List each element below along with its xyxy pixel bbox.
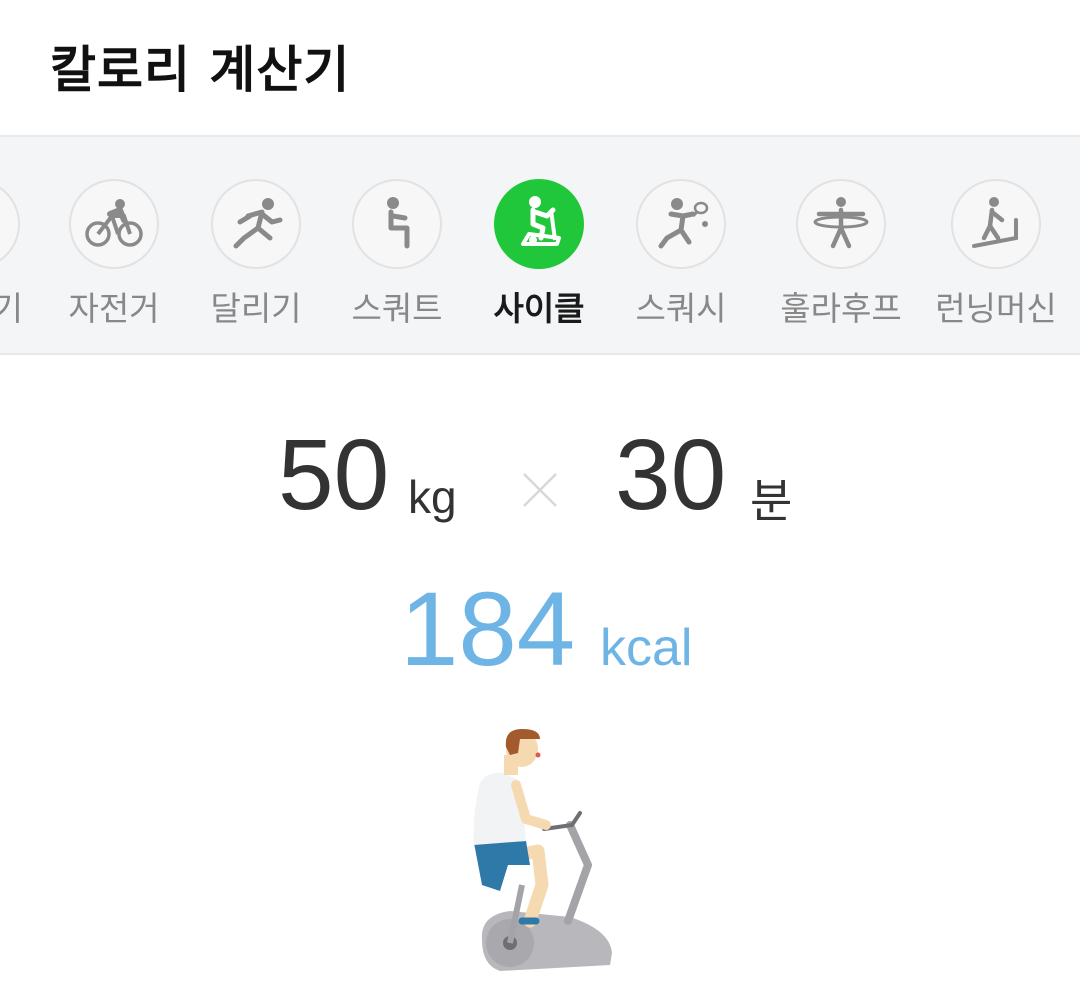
calories-value: 184: [400, 571, 576, 688]
partial-exercise-icon: [0, 179, 20, 269]
tab-partial[interactable]: 기: [0, 137, 45, 353]
duration-value[interactable]: 30: [615, 420, 726, 530]
tab-label: 사이클: [493, 289, 585, 328]
tab-treadmill[interactable]: 런닝머신: [926, 137, 1066, 353]
squash-icon: [636, 179, 726, 269]
running-icon: [211, 179, 301, 269]
tab-label: 스쿼트: [351, 289, 443, 328]
tab-label: 스쿼시: [635, 289, 727, 328]
squat-icon: [352, 179, 442, 269]
person-on-exercise-bike-illustration: [473, 729, 612, 971]
tab-cycle[interactable]: 사이클: [469, 137, 609, 353]
exercise-bike-icon: [494, 179, 584, 269]
tab-label: 런닝머신: [935, 289, 1057, 328]
page-title: 칼로리 계산기: [50, 41, 351, 99]
tab-running[interactable]: 달리기: [186, 137, 326, 353]
duration-unit: 분: [750, 475, 793, 527]
tab-label: 훌라후프: [780, 289, 902, 328]
treadmill-icon: [951, 179, 1041, 269]
bicycle-icon: [69, 179, 159, 269]
tab-squat[interactable]: 스쿼트: [327, 137, 467, 353]
multiply-icon: [523, 473, 557, 507]
calories-unit: kcal: [600, 619, 693, 677]
tab-hula-hoop[interactable]: 훌라후프: [771, 137, 911, 353]
hula-hoop-icon: [796, 179, 886, 269]
tab-label: 자전거: [68, 289, 160, 328]
exercise-tab-bar[interactable]: 기 자전거 달리기 스쿼트: [0, 135, 1080, 355]
tab-label: 달리기: [210, 289, 302, 328]
weight-value[interactable]: 50: [278, 420, 389, 530]
tab-squash[interactable]: 스쿼시: [611, 137, 751, 353]
tab-bicycle[interactable]: 자전거: [44, 137, 184, 353]
weight-unit: kg: [408, 471, 457, 523]
tab-label: 기: [0, 282, 45, 330]
app-header: 칼로리 계산기: [0, 0, 1080, 135]
